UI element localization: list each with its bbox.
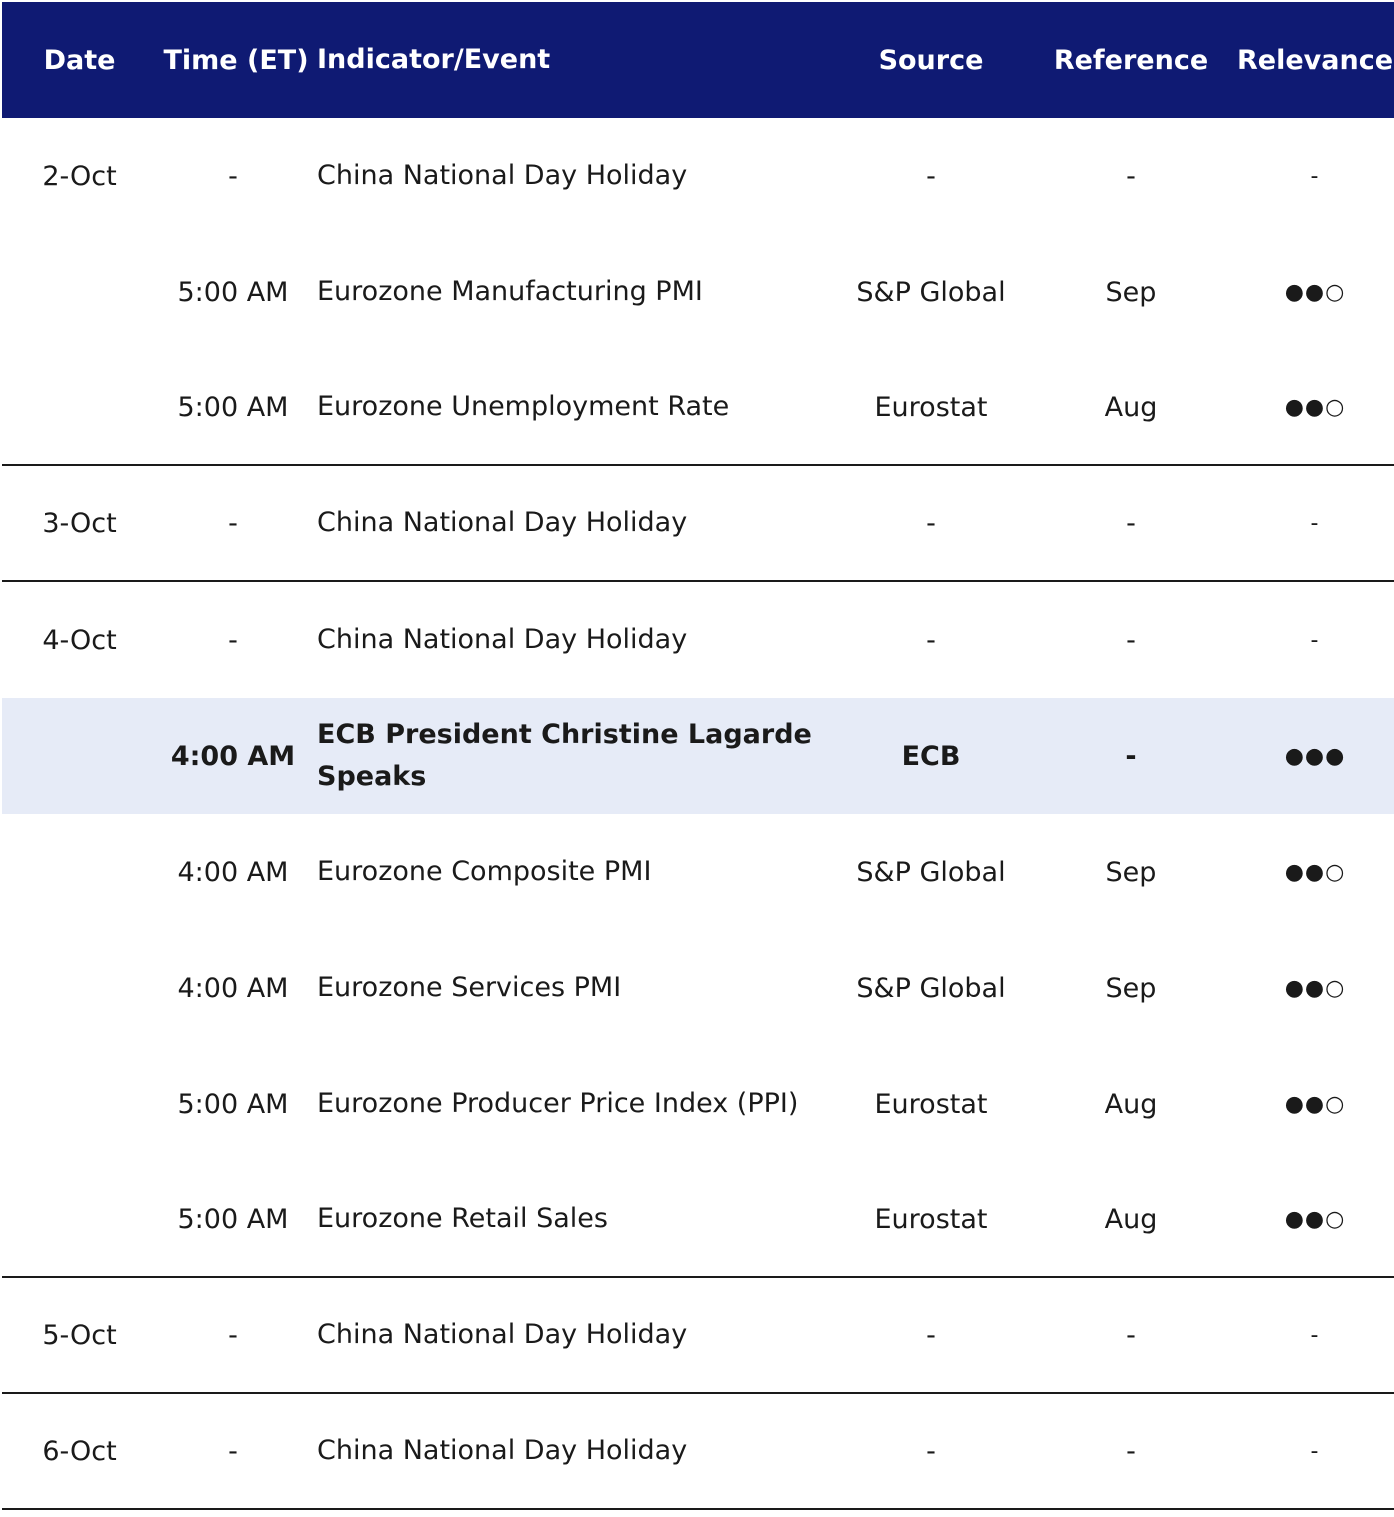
row-time: 5:00 AM — [177, 1088, 289, 1120]
row-source: S&P Global — [856, 856, 1006, 888]
row-event: Eurozone Retail Sales — [317, 1203, 608, 1234]
row-event: ECB President Christine Lagarde Speaks — [317, 719, 812, 792]
row-reference: Aug — [1104, 1088, 1158, 1120]
table-row: 3-Oct - China National Day Holiday - - - — [2, 466, 1394, 582]
table-row: 6-Oct - China National Day Holiday - - - — [2, 1394, 1394, 1510]
header-event: Indicator/Event — [317, 44, 551, 75]
row-time: 4:00 AM — [177, 856, 289, 888]
row-source: - — [926, 1319, 936, 1351]
row-relevance: ●●○ — [1284, 859, 1346, 885]
table-row-highlighted: 4:00 AM ECB President Christine Lagarde … — [2, 698, 1394, 814]
row-reference: Aug — [1104, 1203, 1158, 1235]
row-relevance: ●●● — [1284, 743, 1346, 769]
row-time: - — [228, 1435, 238, 1467]
table-row: 5:00 AM Eurozone Unemployment Rate Euros… — [2, 350, 1394, 466]
header-relevance: Relevance — [1236, 44, 1394, 76]
row-time: 4:00 AM — [177, 972, 289, 1004]
row-relevance: - — [1310, 510, 1320, 536]
table-row: 5:00 AM Eurozone Retail Sales Eurostat A… — [2, 1162, 1394, 1278]
economic-calendar-table: Date Time (ET) Indicator/Event Source Re… — [2, 2, 1394, 1510]
row-relevance: - — [1310, 1322, 1320, 1348]
row-reference: - — [1126, 507, 1136, 539]
table-row: 4:00 AM Eurozone Composite PMI S&P Globa… — [2, 814, 1394, 930]
header-time: Time (ET) — [163, 44, 309, 76]
row-relevance: - — [1310, 627, 1320, 653]
table-row: 5:00 AM Eurozone Producer Price Index (P… — [2, 1046, 1394, 1162]
row-source: ECB — [901, 740, 961, 772]
row-source: S&P Global — [856, 972, 1006, 1004]
row-time: 5:00 AM — [177, 276, 289, 308]
table-row: 5-Oct - China National Day Holiday - - - — [2, 1278, 1394, 1394]
row-source: - — [926, 1435, 936, 1467]
row-date: 6-Oct — [42, 1435, 117, 1467]
row-event: Eurozone Manufacturing PMI — [317, 276, 703, 307]
row-relevance: ●●○ — [1284, 279, 1346, 305]
row-event: China National Day Holiday — [317, 1319, 688, 1350]
row-date: 3-Oct — [42, 507, 117, 539]
row-event: Eurozone Producer Price Index (PPI) — [317, 1088, 799, 1119]
row-event: China National Day Holiday — [317, 507, 688, 538]
table-row: 2-Oct - China National Day Holiday - - - — [2, 118, 1394, 234]
row-event: China National Day Holiday — [317, 624, 688, 655]
table-row: 4-Oct - China National Day Holiday - - - — [2, 582, 1394, 698]
row-event: Eurozone Composite PMI — [317, 856, 652, 887]
row-event: China National Day Holiday — [317, 160, 688, 191]
row-time: - — [228, 1319, 238, 1351]
row-reference: Sep — [1105, 856, 1157, 888]
row-event: Eurozone Services PMI — [317, 972, 622, 1003]
row-relevance: ●●○ — [1284, 1091, 1346, 1117]
row-source: S&P Global — [856, 276, 1006, 308]
row-date: 4-Oct — [42, 624, 117, 656]
row-time: - — [228, 624, 238, 656]
table-header: Date Time (ET) Indicator/Event Source Re… — [2, 2, 1394, 118]
table-row: 4:00 AM Eurozone Services PMI S&P Global… — [2, 930, 1394, 1046]
header-reference: Reference — [1053, 44, 1209, 76]
row-source: - — [926, 624, 936, 656]
row-relevance: ●●○ — [1284, 394, 1346, 420]
row-reference: - — [1126, 1435, 1136, 1467]
header-date: Date — [43, 44, 116, 76]
row-time: 5:00 AM — [177, 1203, 289, 1235]
row-event: China National Day Holiday — [317, 1435, 688, 1466]
row-relevance: - — [1310, 163, 1320, 189]
header-source: Source — [878, 44, 984, 76]
row-source: Eurostat — [874, 1203, 988, 1235]
row-date: 2-Oct — [42, 160, 117, 192]
row-time: - — [228, 507, 238, 539]
row-reference: - — [1126, 624, 1136, 656]
row-reference: Aug — [1104, 391, 1158, 423]
table-row: 5:00 AM Eurozone Manufacturing PMI S&P G… — [2, 234, 1394, 350]
row-reference: Sep — [1105, 972, 1157, 1004]
row-source: Eurostat — [874, 391, 988, 423]
row-time: 5:00 AM — [177, 391, 289, 423]
row-time: - — [228, 160, 238, 192]
row-relevance: ●●○ — [1284, 975, 1346, 1001]
row-source: - — [926, 160, 936, 192]
row-relevance: ●●○ — [1284, 1206, 1346, 1232]
row-relevance: - — [1310, 1438, 1320, 1464]
row-date: 5-Oct — [42, 1319, 117, 1351]
row-event: Eurozone Unemployment Rate — [317, 391, 730, 422]
row-reference: - — [1126, 160, 1136, 192]
row-reference: Sep — [1105, 276, 1157, 308]
row-source: Eurostat — [874, 1088, 988, 1120]
row-reference: - — [1125, 740, 1137, 772]
row-source: - — [926, 507, 936, 539]
row-reference: - — [1126, 1319, 1136, 1351]
row-time: 4:00 AM — [170, 740, 296, 772]
